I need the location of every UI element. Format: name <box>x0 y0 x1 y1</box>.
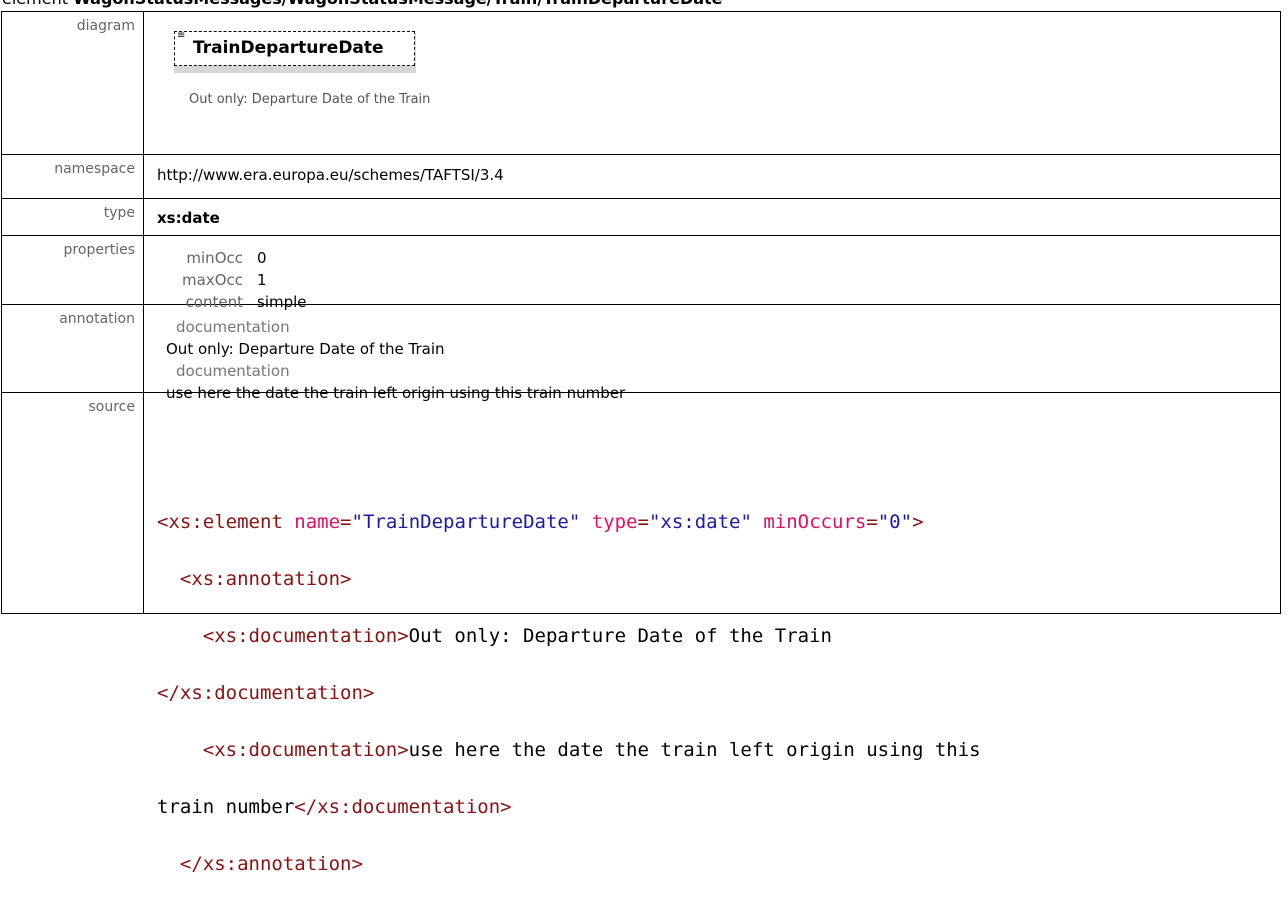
diagram-label: diagram <box>1 11 144 155</box>
property-maxocc: maxOcc 1 <box>182 271 267 289</box>
documentation-icon: ≡ <box>177 30 186 41</box>
source-line-4: </xs:documentation> <box>157 681 375 704</box>
type-cell <box>143 198 1281 236</box>
source-line-1: <xs:element name="TrainDepartureDate" ty… <box>157 510 924 533</box>
namespace-value: http://www.era.europa.eu/schemes/TAFTSI/… <box>157 166 504 184</box>
page-title: element WagonStatusMessages/WagonStatusM… <box>2 0 723 9</box>
page-title-path: WagonStatusMessages/WagonStatusMessage/T… <box>73 0 722 8</box>
type-value: xs:date <box>157 209 220 227</box>
annotation-doc-value-1: Out only: Departure Date of the Train <box>166 340 445 358</box>
source-label: source <box>1 392 144 614</box>
source-code: <xs:element name="TrainDepartureDate" ty… <box>157 479 981 907</box>
annotation-doc-label-1: documentation <box>176 318 290 336</box>
property-minocc: minOcc 0 <box>186 249 267 267</box>
namespace-label: namespace <box>1 154 144 199</box>
property-content: content simple <box>185 293 307 311</box>
type-label: type <box>1 198 144 236</box>
properties-label: properties <box>1 235 144 305</box>
source-line-5: <xs:documentation>use here the date the … <box>157 738 981 761</box>
annotation-content: documentation Out only: Departure Date o… <box>157 316 625 404</box>
properties-list: minOcc 0 maxOcc 1 content simple <box>157 247 307 313</box>
diagram-element-name[interactable]: TrainDepartureDate <box>193 38 384 58</box>
annotation-doc-label-2: documentation <box>176 362 290 380</box>
source-line-7: </xs:annotation> <box>157 852 363 875</box>
properties-cell <box>143 235 1281 305</box>
source-line-6: train number</xs:documentation> <box>157 795 512 818</box>
source-line-3: <xs:documentation>Out only: Departure Da… <box>157 624 832 647</box>
source-line-2: <xs:annotation> <box>157 567 352 590</box>
page-title-prefix: element <box>2 0 73 8</box>
annotation-doc-value-2: use here the date the train left origin … <box>166 384 626 402</box>
annotation-label: annotation <box>1 304 144 393</box>
diagram-doc-text: Out only: Departure Date of the Train <box>189 92 431 107</box>
